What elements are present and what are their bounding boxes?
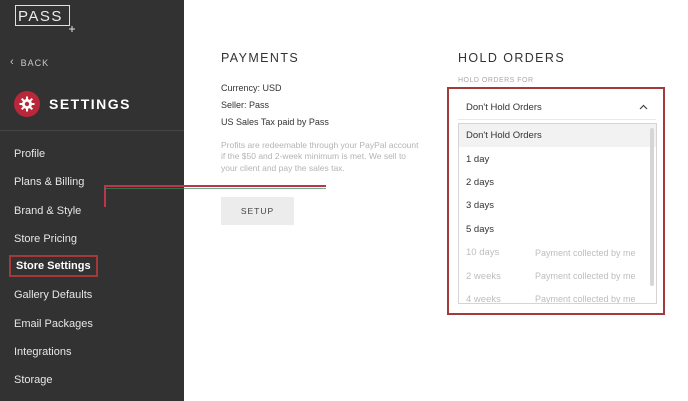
sidebar-divider (0, 130, 184, 131)
payments-title: PAYMENTS (221, 51, 300, 65)
option-label: 5 days (466, 223, 494, 235)
option-note: Payment collected by me (535, 247, 636, 258)
hold-orders-label: HOLD ORDERS FOR (458, 77, 534, 84)
sidebar-item-email-packages[interactable]: Email Packages (14, 318, 93, 330)
hold-orders-dropdown: Don't Hold Orders 1 day 2 days 3 days 5 … (458, 123, 657, 304)
settings-title: SETTINGS (49, 96, 132, 112)
option-note: Payment collected by me (535, 271, 636, 282)
option-10-days: 10 days Payment collected by me (459, 241, 656, 264)
sidebar-item-integrations[interactable]: Integrations (14, 346, 71, 358)
logo-text: PASS (18, 8, 63, 25)
option-label: 2 weeks (466, 270, 501, 282)
sidebar-item-plans-billing[interactable]: Plans & Billing (14, 176, 84, 188)
select-value: Don't Hold Orders (466, 102, 542, 113)
hold-orders-select[interactable]: Don't Hold Orders (458, 96, 656, 120)
sidebar: PASS ‹ BACK SETTINGS Profile Plans & Bil… (0, 0, 184, 401)
pass-logo[interactable]: PASS (15, 5, 77, 33)
settings-header: SETTINGS (14, 91, 131, 117)
sidebar-item-gallery-defaults[interactable]: Gallery Defaults (14, 289, 92, 301)
option-label: 1 day (466, 153, 490, 165)
hold-orders-title: HOLD ORDERS (458, 51, 566, 65)
option-label: 10 days (466, 247, 500, 259)
annotation-line (104, 185, 326, 187)
option-label: 2 days (466, 176, 494, 188)
setup-button[interactable]: SETUP (221, 197, 294, 225)
sidebar-item-brand-style[interactable]: Brand & Style (14, 205, 81, 217)
option-label: 4 weeks (466, 293, 501, 304)
back-link[interactable]: ‹ BACK (10, 57, 49, 68)
gear-icon (14, 91, 40, 117)
payments-seller: Seller: Pass (221, 100, 270, 110)
dropdown-scrollbar[interactable] (650, 128, 654, 286)
chevron-left-icon: ‹ (10, 56, 15, 68)
sidebar-item-profile[interactable]: Profile (14, 148, 45, 160)
option-2-weeks: 2 weeks Payment collected by me (459, 264, 656, 287)
payments-tax: US Sales Tax paid by Pass (221, 117, 329, 127)
option-label: 3 days (466, 200, 494, 212)
option-2-days[interactable]: 2 days (459, 171, 656, 194)
sidebar-item-storage[interactable]: Storage (14, 374, 53, 386)
option-3-days[interactable]: 3 days (459, 194, 656, 217)
option-dont-hold[interactable]: Don't Hold Orders (459, 124, 656, 148)
chevron-up-icon (639, 103, 648, 112)
sidebar-item-store-settings[interactable]: Store Settings (9, 255, 98, 277)
back-label: BACK (20, 57, 50, 68)
option-4-weeks: 4 weeks Payment collected by me (459, 288, 656, 304)
option-5-days[interactable]: 5 days (459, 218, 656, 241)
option-1-day[interactable]: 1 day (459, 147, 656, 170)
payments-currency: Currency: USD (221, 83, 282, 93)
sidebar-item-store-pricing[interactable]: Store Pricing (14, 233, 77, 245)
option-note: Payment collected by me (535, 294, 636, 304)
annotation-line-secondary (104, 188, 326, 189)
payments-note: Profits are redeemable through your PayP… (221, 140, 419, 173)
option-label: Don't Hold Orders (466, 130, 542, 142)
